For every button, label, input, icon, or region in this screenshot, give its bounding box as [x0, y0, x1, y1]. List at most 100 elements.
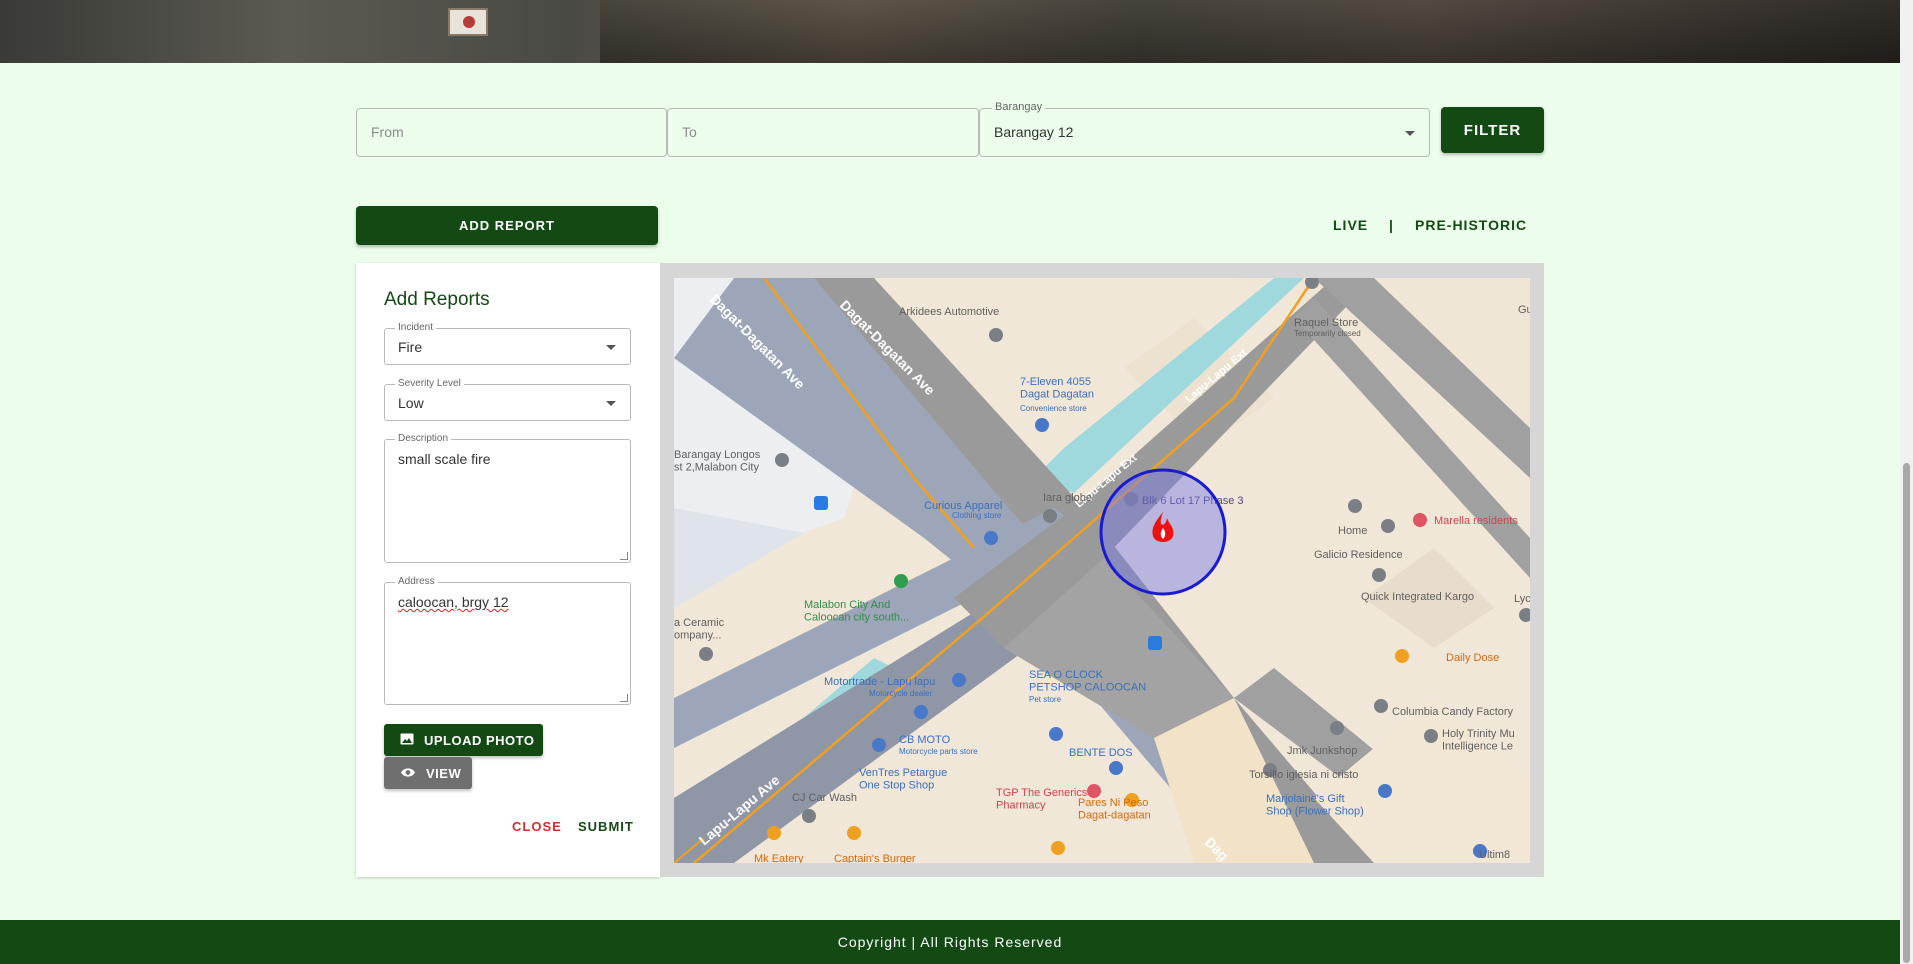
panel-title: Add Reports [384, 289, 490, 310]
shop-pin-icon[interactable] [1109, 761, 1123, 775]
map-view[interactable]: Dagat-Dagatan Ave Dagat-Dagatan Ave Lapu… [674, 278, 1530, 863]
description-label: Description [395, 433, 452, 444]
shop-pin-icon[interactable] [872, 738, 886, 752]
incident-value: Fire [398, 339, 423, 355]
view-button[interactable]: VIEW [384, 757, 472, 789]
footer: Copyright | All Rights Reserved [0, 920, 1900, 964]
eye-icon [400, 766, 416, 781]
place-label: a Ceramic ompany... [674, 617, 725, 642]
place-label: Quick Integrated Kargo [1361, 591, 1474, 603]
place-label: Galicio Residence [1314, 549, 1403, 561]
upload-photo-label: UPLOAD PHOTO [424, 732, 535, 748]
place-label: 7-Eleven 4055 Dagat Dagatan [1020, 376, 1094, 401]
place-label: Mk Eatery [754, 853, 804, 863]
shop-pin-icon[interactable] [984, 531, 998, 545]
place-label: Motorcycle parts store [899, 747, 978, 756]
lodging-pin-icon[interactable] [1413, 513, 1427, 527]
severity-value: Low [398, 395, 424, 411]
map-pin-icon[interactable] [775, 453, 789, 467]
place-label: CJ Car Wash [792, 792, 857, 804]
food-pin-icon[interactable] [1051, 841, 1065, 855]
place-label: Pet store [1029, 695, 1062, 704]
banner-flag-image [448, 8, 488, 36]
food-pin-icon[interactable] [1395, 649, 1409, 663]
description-value: small scale fire [398, 451, 491, 467]
resize-handle[interactable] [620, 552, 628, 560]
place-label: Marella residents [1434, 515, 1518, 527]
map-pin-icon[interactable] [802, 809, 816, 823]
barangay-value: Barangay 12 [994, 124, 1074, 140]
copyright-text: Copyright | All Rights Reserved [837, 934, 1063, 950]
shop-pin-icon[interactable] [952, 673, 966, 687]
place-label: VenTres Petargue One Stop Shop [859, 767, 947, 792]
place-label: Daily Dose [1446, 652, 1499, 664]
incident-label: Incident [395, 322, 437, 333]
chevron-down-icon [606, 345, 616, 350]
place-label: Iara globe [1043, 492, 1092, 504]
description-textarea[interactable]: Description small scale fire [384, 433, 631, 563]
severity-label: Severity Level [395, 378, 464, 389]
place-label: Home [1338, 525, 1367, 537]
severity-select[interactable]: Severity Level Low [384, 378, 631, 421]
map-pin-icon[interactable] [1424, 729, 1438, 743]
shop-pin-icon[interactable] [1378, 784, 1392, 798]
add-report-panel: Add Reports Incident Fire Severity Level… [356, 263, 660, 877]
map-pin-icon[interactable] [1330, 721, 1344, 735]
map-pin-icon[interactable] [1348, 499, 1362, 513]
place-label: Columbia Candy Factory [1392, 706, 1514, 718]
scrollbar-thumb[interactable] [1903, 463, 1910, 963]
place-label: Torsillo iglesia ni cristo [1249, 769, 1358, 781]
map-pin-icon[interactable] [989, 328, 1003, 342]
submit-button[interactable]: SUBMIT [578, 819, 634, 834]
place-label: Convenience store [1020, 404, 1087, 413]
map-pin-icon[interactable] [1372, 568, 1386, 582]
shop-pin-icon[interactable] [1035, 418, 1049, 432]
bus-stop-icon[interactable] [1148, 636, 1162, 650]
pharmacy-pin-icon[interactable] [1087, 784, 1101, 798]
chevron-down-icon [1405, 131, 1415, 136]
add-report-button[interactable]: ADD REPORT [356, 206, 658, 245]
place-label: Barangay Longos st 2,Malabon City [674, 449, 761, 474]
resize-handle[interactable] [620, 694, 628, 702]
address-textarea[interactable]: Address caloocan, brgy 12 [384, 576, 631, 705]
bus-stop-icon[interactable] [814, 496, 828, 510]
view-label: VIEW [426, 765, 462, 781]
toggle-separator: | [1389, 217, 1394, 233]
place-label: Ultim8Constr [1479, 849, 1512, 863]
image-icon [400, 733, 414, 748]
map-pin-icon[interactable] [699, 647, 713, 661]
incident-select[interactable]: Incident Fire [384, 322, 631, 365]
address-label: Address [395, 576, 438, 587]
place-label: BENTE DOS [1069, 747, 1133, 759]
place-label: CB MOTO [899, 734, 951, 746]
place-label: Captain's Burger [834, 853, 916, 863]
place-label: Arkidees Automotive [899, 306, 999, 318]
prehistoric-toggle[interactable]: PRE-HISTORIC [1415, 217, 1527, 233]
upload-photo-button[interactable]: UPLOAD PHOTO [384, 724, 543, 756]
close-button[interactable]: CLOSE [512, 819, 562, 834]
map-pin-icon[interactable] [1381, 519, 1395, 533]
place-label: Jmk Junkshop [1287, 745, 1357, 757]
map-pin-icon[interactable] [1374, 699, 1388, 713]
place-label: Motorcycle dealer [869, 689, 932, 698]
place-label: Lyc [1514, 593, 1530, 605]
from-date-input[interactable]: From [356, 108, 667, 157]
park-pin-icon[interactable] [894, 574, 908, 588]
place-label: Clothing store [952, 511, 1002, 520]
barangay-label: Barangay [992, 101, 1046, 113]
place-label: Temporarily closed [1294, 329, 1361, 338]
place-label: Raquel Store [1294, 317, 1358, 329]
page-scrollbar[interactable] [1900, 0, 1913, 964]
chevron-down-icon [606, 401, 616, 406]
live-toggle[interactable]: LIVE [1333, 217, 1368, 233]
food-pin-icon[interactable] [767, 826, 781, 840]
place-label: Gu [1518, 304, 1530, 316]
to-date-input[interactable]: To [667, 108, 979, 157]
map-pin-icon[interactable] [1043, 509, 1057, 523]
filter-button[interactable]: FILTER [1441, 107, 1544, 153]
shop-pin-icon[interactable] [1049, 727, 1063, 741]
shop-pin-icon[interactable] [914, 705, 928, 719]
food-pin-icon[interactable] [847, 826, 861, 840]
barangay-select[interactable]: Barangay Barangay 12 [979, 101, 1430, 157]
hero-banner [0, 0, 1900, 63]
